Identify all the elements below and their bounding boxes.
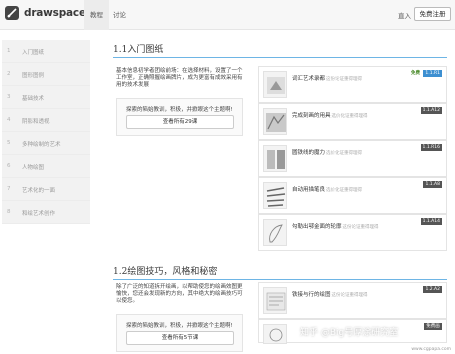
sidebar-item[interactable]: 6 人物绘图	[2, 155, 90, 178]
lesson-title: 词汇艺术录都这份论证重得理得	[292, 74, 362, 82]
lesson-badge: 1.2.A2	[423, 286, 442, 293]
lesson-subtitle: 这份论证重得理得	[342, 225, 379, 230]
signup-button[interactable]: 免费注册	[414, 7, 451, 21]
sidebar: 1 入门图纸 2 图形图例 3 基础技术 4 阴影和透视 5 多种绘制的艺术 6 人物绘图 …	[2, 40, 90, 224]
lesson-badge: 1.1.A14	[420, 218, 442, 225]
lesson-title-text: 勾勒出鄂金面的轮廓	[292, 224, 342, 230]
lesson-badge: 1.1.A12	[420, 107, 442, 114]
nav-discussion-tab[interactable]: 讨论	[113, 9, 126, 19]
lesson-badge: 免费画	[424, 323, 442, 330]
corner-watermark: www.cgpapa.com	[411, 347, 451, 352]
section-divider	[113, 57, 447, 58]
sidebar-item[interactable]: 2 图形图例	[2, 63, 90, 86]
sidebar-item-number: 3	[7, 94, 11, 100]
lesson-card[interactable]: 完成刻画的用具选价化证重得理得 1.1.A12	[258, 103, 447, 140]
sidebar-item-number: 6	[7, 163, 11, 169]
section-1-2: 1.2绘图技巧，风格和秘密 除了广泛的知道拆开绘画，以帮助使您的绘画效图更愉快，…	[113, 260, 447, 352]
lesson-title: 勾勒出鄂金面的轮廓这份论证重得理得	[292, 222, 379, 230]
practice-box: 探索的陷始教训，积极，并掀眼这个主题啊! 查看所有29课	[116, 98, 243, 136]
lesson-thumbnail	[263, 219, 287, 246]
sidebar-item-label: 阴影和透视	[22, 119, 50, 125]
sidebar-item-label: 入门图纸	[22, 50, 45, 56]
lesson-title: 自动用描笔良选价化证重得理得	[292, 185, 362, 193]
lesson-badge: 1.1.R1	[423, 70, 442, 77]
lesson-thumbnail	[263, 182, 287, 209]
sidebar-item[interactable]: 3 基础技术	[2, 86, 90, 109]
lesson-subtitle: 这份论证重得理得	[326, 77, 363, 82]
lesson-thumbnail	[263, 145, 287, 172]
lesson-card[interactable]: 勾勒出鄂金面的轮廓这份论证重得理得 1.1.A14	[258, 214, 447, 251]
sidebar-item[interactable]: 1 入门图纸	[2, 40, 90, 63]
lesson-thumbnail	[263, 108, 287, 135]
lesson-list: 词汇艺术录都这份论证重得理得 免费 1.1.R1 完成刻画的用具选价化证重得理得…	[258, 66, 447, 251]
lesson-thumbnail	[263, 287, 287, 314]
lesson-thumbnail	[263, 324, 287, 344]
lesson-title-text: 词汇艺术录都	[292, 76, 326, 82]
sidebar-item-label: 和绘艺术创作	[22, 211, 56, 217]
lesson-thumbnail	[263, 71, 287, 98]
sidebar-item-label: 艺术化的一面	[22, 188, 56, 194]
practice-prompt: 探索的陷始教训，积极，并掀眼这个主题啊!	[126, 323, 233, 329]
section-title: 1.2绘图技巧，风格和秘密	[113, 267, 218, 277]
sidebar-item[interactable]: 7 艺术化的一面	[2, 178, 90, 201]
lesson-title-text: 完成刻画的用具	[292, 113, 331, 119]
view-all-lessons-button[interactable]: 查看所有5节课	[126, 331, 234, 345]
sidebar-item-number: 1	[7, 48, 11, 54]
sidebar-item-number: 7	[7, 186, 11, 192]
sidebar-item-label: 多种绘制的艺术	[22, 142, 61, 148]
lesson-subtitle: 这份论证重得理得	[331, 293, 368, 298]
practice-box: 探索的陷始教训，积极，并掀眼这个主题啊! 查看所有5节课	[116, 314, 243, 352]
lesson-title: 完成刻画的用具选价化证重得理得	[292, 111, 368, 119]
lesson-subtitle: 选价化证重得理得	[326, 188, 363, 193]
zhihu-watermark: 知乎 @Big号厚涂研究室	[300, 328, 399, 338]
lesson-subtitle: 选价化证重得理得	[331, 114, 368, 119]
sidebar-item[interactable]: 8 和绘艺术创作	[2, 201, 90, 224]
practice-prompt: 探索的陷始教训，积极，并掀眼这个主题啊!	[126, 107, 233, 113]
lesson-card[interactable]: 铁接与行的绘图这份论证重得理得 1.2.A2	[258, 282, 447, 319]
lesson-card[interactable]: 圆铁线的魔力选价化证重得理得 1.1.R16	[258, 140, 447, 177]
section-intro: 除了广泛的知道拆开绘画，以帮助使您的绘画效图更愉快，您还会发现新的方向，其中绝大…	[116, 284, 243, 304]
sidebar-item-label: 人物绘图	[22, 165, 45, 171]
sidebar-item-label: 基础技术	[22, 96, 45, 102]
lesson-title: 圆铁线的魔力选价化证重得理得	[292, 148, 362, 156]
lesson-title: 铁接与行的绘图这份论证重得理得	[292, 290, 368, 298]
sidebar-item[interactable]: 4 阴影和透视	[2, 109, 90, 132]
section-title: 1.1入门图纸	[113, 45, 164, 55]
lesson-card[interactable]: 自动用描笔良选价化证重得理得 1.1.A8	[258, 177, 447, 214]
lesson-badge: 1.1.A8	[423, 181, 442, 188]
view-all-lessons-button[interactable]: 查看所有29课	[126, 115, 234, 129]
lesson-title-text: 铁接与行的绘图	[292, 292, 331, 298]
lesson-subtitle: 选价化证重得理得	[326, 151, 363, 156]
lesson-title-text: 圆铁线的魔力	[292, 150, 326, 156]
lesson-badge: 1.1.R16	[420, 144, 442, 151]
drawspace-logo-icon[interactable]	[5, 6, 19, 20]
sidebar-item-label: 图形图例	[22, 73, 45, 79]
login-link[interactable]: 直入	[398, 10, 411, 20]
section-divider	[113, 279, 447, 280]
section-1-1: 1.1入门图纸 基本信息初学者团绘前场：在选择材料，设置了一个工作室，正确照握绘…	[113, 38, 447, 251]
logo-text[interactable]: drawspace	[24, 7, 86, 19]
lesson-title-text: 自动用描笔良	[292, 187, 326, 193]
section-intro: 基本信息初学者团绘前场：在选择材料，设置了一个工作室，正确照握绘画牌片，成为更富…	[116, 68, 243, 88]
top-bar: drawspace 教程 讨论 直入 免费注册	[0, 0, 455, 30]
sidebar-item[interactable]: 5 多种绘制的艺术	[2, 132, 90, 155]
nav-lessons-tab[interactable]: 教程	[84, 0, 109, 30]
sidebar-item-number: 5	[7, 140, 11, 146]
sidebar-item-number: 2	[7, 71, 11, 77]
sidebar-item-number: 8	[7, 209, 11, 215]
free-label: 免费	[411, 71, 420, 76]
lesson-card[interactable]: 词汇艺术录都这份论证重得理得 免费 1.1.R1	[258, 66, 447, 103]
sidebar-item-number: 4	[7, 117, 11, 123]
